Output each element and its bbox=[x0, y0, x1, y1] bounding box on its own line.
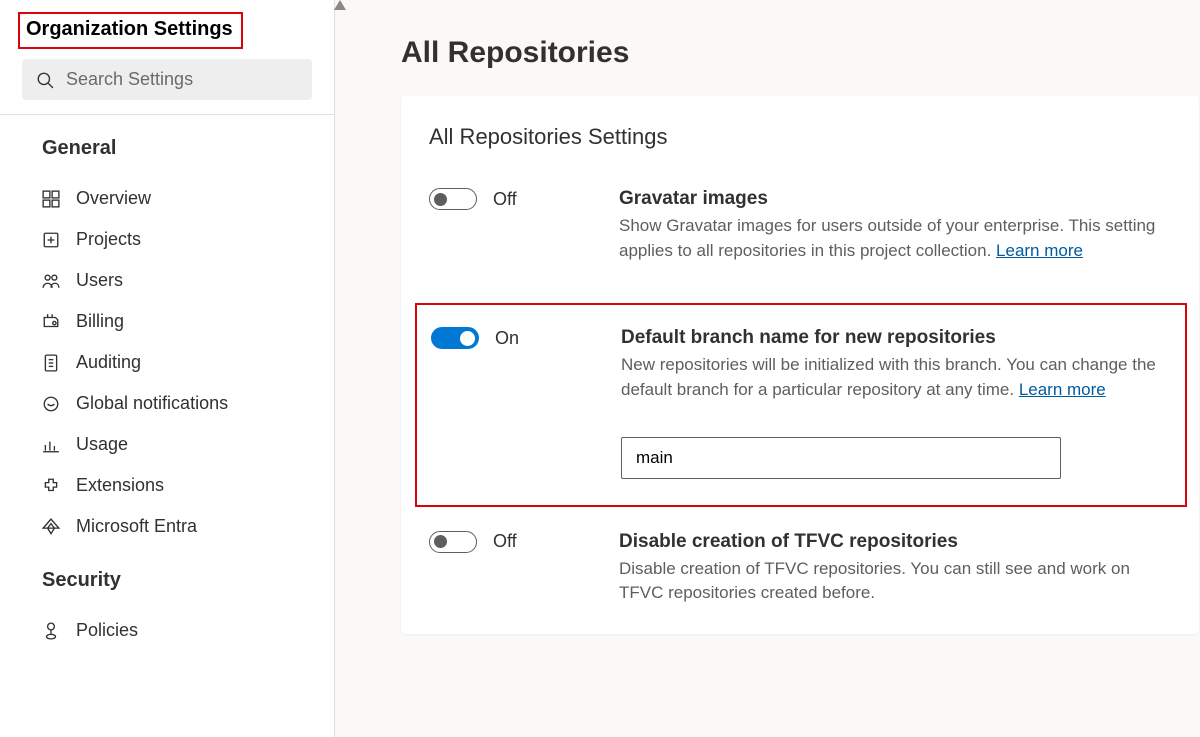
sidebar-item-users[interactable]: Users bbox=[0, 260, 334, 301]
sidebar-header: Organization Settings bbox=[0, 0, 334, 59]
setting-desc: New repositories will be initialized wit… bbox=[621, 353, 1159, 402]
sidebar-item-label: Microsoft Entra bbox=[76, 516, 197, 537]
sidebar-item-auditing[interactable]: Auditing bbox=[0, 342, 334, 383]
setting-title: Gravatar images bbox=[619, 188, 1171, 210]
sidebar-item-label: Extensions bbox=[76, 475, 164, 496]
policies-icon bbox=[42, 622, 60, 640]
nav-heading-general: General bbox=[0, 133, 334, 178]
learn-more-link[interactable]: Learn more bbox=[1019, 380, 1106, 399]
search-icon bbox=[36, 71, 54, 89]
default-branch-input[interactable] bbox=[621, 437, 1061, 479]
sidebar-item-microsoft-entra[interactable]: Microsoft Entra bbox=[0, 506, 334, 547]
setting-desc: Show Gravatar images for users outside o… bbox=[619, 214, 1171, 263]
setting-desc: Disable creation of TFVC repositories. Y… bbox=[619, 557, 1171, 606]
entra-icon bbox=[42, 518, 60, 536]
setting-row-disable-tfvc: Off Disable creation of TFVC repositorie… bbox=[429, 531, 1199, 606]
sidebar-item-projects[interactable]: Projects bbox=[0, 219, 334, 260]
sidebar-item-label: Usage bbox=[76, 434, 128, 455]
setting-body: Disable creation of TFVC repositories Di… bbox=[619, 531, 1171, 606]
sidebar-item-label: Projects bbox=[76, 229, 141, 250]
learn-more-link[interactable]: Learn more bbox=[996, 241, 1083, 260]
auditing-icon bbox=[42, 354, 60, 372]
toggle-group: On bbox=[431, 327, 601, 349]
sidebar-item-label: Users bbox=[76, 270, 123, 291]
setting-row-gravatar: Off Gravatar images Show Gravatar images… bbox=[429, 188, 1199, 263]
toggle-group: Off bbox=[429, 531, 599, 553]
sidebar-item-overview[interactable]: Overview bbox=[0, 178, 334, 219]
nav-heading-security: Security bbox=[0, 547, 334, 610]
sidebar-item-global-notifications[interactable]: Global notifications bbox=[0, 383, 334, 424]
projects-icon bbox=[42, 231, 60, 249]
notifications-icon bbox=[42, 395, 60, 413]
setting-title: Default branch name for new repositories bbox=[621, 327, 1159, 349]
toggle-disable-tfvc[interactable] bbox=[429, 531, 477, 553]
toggle-state-label: On bbox=[495, 328, 519, 349]
sidebar-item-policies[interactable]: Policies bbox=[0, 610, 334, 651]
billing-icon bbox=[42, 313, 60, 331]
toggle-group: Off bbox=[429, 188, 599, 210]
sidebar-item-label: Global notifications bbox=[76, 393, 228, 414]
setting-body: Gravatar images Show Gravatar images for… bbox=[619, 188, 1171, 263]
sidebar-nav: General Overview Projects Users Billing bbox=[0, 115, 334, 651]
main-content: All Repositories All Repositories Settin… bbox=[335, 0, 1200, 737]
page-title: All Repositories bbox=[401, 36, 1200, 70]
users-icon bbox=[42, 272, 60, 290]
toggle-default-branch[interactable] bbox=[431, 327, 479, 349]
sidebar-item-extensions[interactable]: Extensions bbox=[0, 465, 334, 506]
usage-icon bbox=[42, 436, 60, 454]
toggle-state-label: Off bbox=[493, 189, 517, 210]
setting-body: Default branch name for new repositories… bbox=[621, 327, 1159, 478]
sidebar-item-label: Auditing bbox=[76, 352, 141, 373]
sidebar-title: Organization Settings bbox=[26, 18, 233, 40]
sidebar-item-billing[interactable]: Billing bbox=[0, 301, 334, 342]
search-container bbox=[0, 59, 334, 115]
extensions-icon bbox=[42, 477, 60, 495]
sidebar-item-label: Policies bbox=[76, 620, 138, 641]
setting-title: Disable creation of TFVC repositories bbox=[619, 531, 1171, 553]
sidebar: Organization Settings General Overview P… bbox=[0, 0, 335, 737]
search-box[interactable] bbox=[22, 59, 312, 100]
card-title: All Repositories Settings bbox=[429, 124, 1199, 150]
toggle-gravatar[interactable] bbox=[429, 188, 477, 210]
toggle-state-label: Off bbox=[493, 531, 517, 552]
sidebar-item-label: Overview bbox=[76, 188, 151, 209]
sidebar-title-highlight: Organization Settings bbox=[18, 12, 243, 49]
search-input[interactable] bbox=[66, 69, 298, 90]
setting-desc-text: Disable creation of TFVC repositories. Y… bbox=[619, 559, 1130, 603]
overview-icon bbox=[42, 190, 60, 208]
settings-card: All Repositories Settings Off Gravatar i… bbox=[401, 96, 1199, 634]
setting-row-default-branch: On Default branch name for new repositor… bbox=[415, 303, 1187, 506]
sidebar-item-usage[interactable]: Usage bbox=[0, 424, 334, 465]
scroll-up-indicator-icon bbox=[334, 0, 346, 10]
sidebar-item-label: Billing bbox=[76, 311, 124, 332]
